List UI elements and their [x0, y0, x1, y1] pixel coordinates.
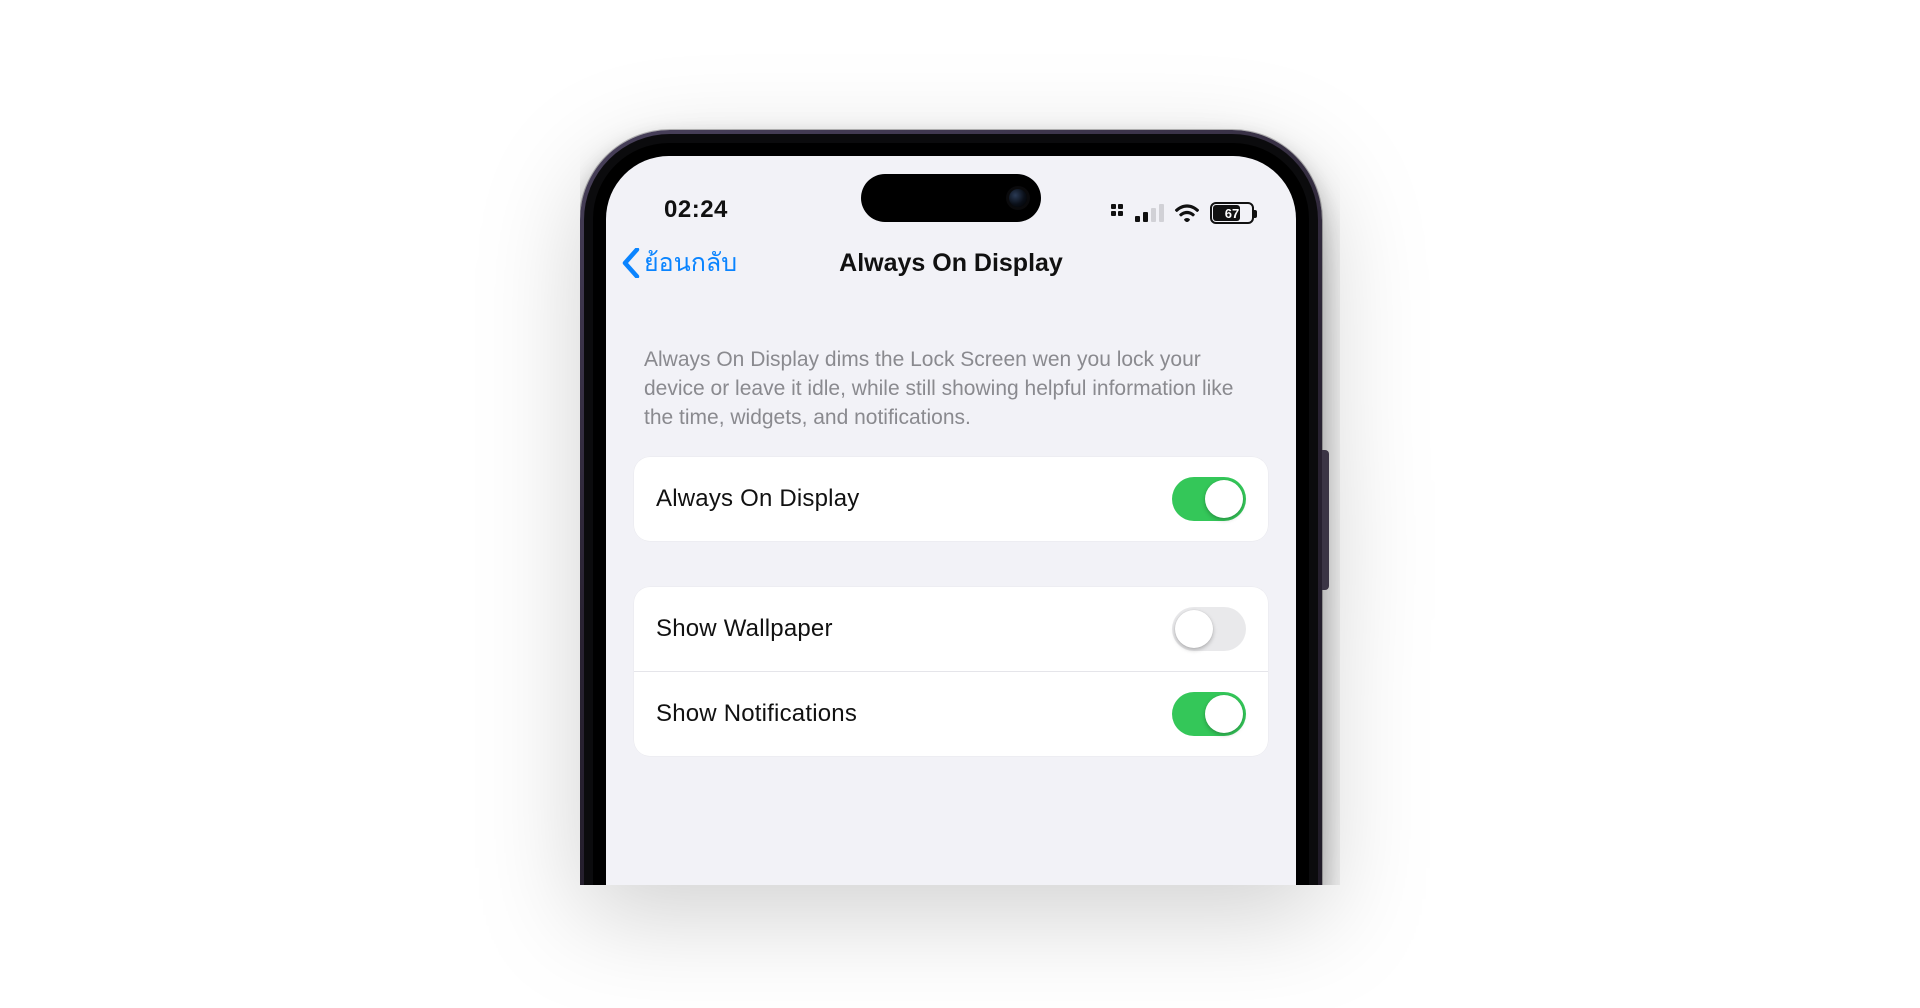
wifi-icon: [1174, 203, 1200, 223]
section-description: Always On Display dims the Lock Screen w…: [634, 346, 1268, 457]
status-time: 02:24: [664, 196, 728, 224]
settings-group-main: Always On Display: [634, 457, 1268, 541]
toggle-show-notifications[interactable]: [1172, 692, 1246, 736]
back-label: ย้อนกลับ: [644, 243, 737, 283]
phone-frame: 02:24 67: [580, 130, 1322, 885]
row-label: Show Notifications: [656, 700, 857, 728]
row-always-on-display: Always On Display: [634, 457, 1268, 541]
chevron-left-icon: [622, 248, 640, 278]
cellular-signal-icon: [1135, 204, 1164, 222]
toggle-show-wallpaper[interactable]: [1172, 607, 1246, 651]
dual-sim-icon: [1111, 204, 1125, 222]
content: Always On Display dims the Lock Screen w…: [606, 294, 1296, 756]
settings-group-options: Show Wallpaper Show Notifications: [634, 587, 1268, 756]
status-right: 67: [1111, 202, 1254, 224]
battery-icon: 67: [1210, 202, 1254, 224]
row-label: Show Wallpaper: [656, 615, 833, 643]
toggle-always-on-display[interactable]: [1172, 477, 1246, 521]
dynamic-island: [861, 174, 1041, 222]
battery-percentage: 67: [1225, 206, 1239, 221]
row-label: Always On Display: [656, 485, 859, 513]
power-button: [1322, 450, 1329, 590]
screen: 02:24 67: [593, 143, 1309, 885]
back-button[interactable]: ย้อนกลับ: [622, 232, 737, 294]
row-show-notifications: Show Notifications: [634, 671, 1268, 756]
nav-bar: ย้อนกลับ Always On Display: [606, 232, 1296, 294]
page-title: Always On Display: [839, 249, 1063, 278]
row-show-wallpaper: Show Wallpaper: [634, 587, 1268, 671]
front-camera-icon: [1009, 189, 1027, 207]
